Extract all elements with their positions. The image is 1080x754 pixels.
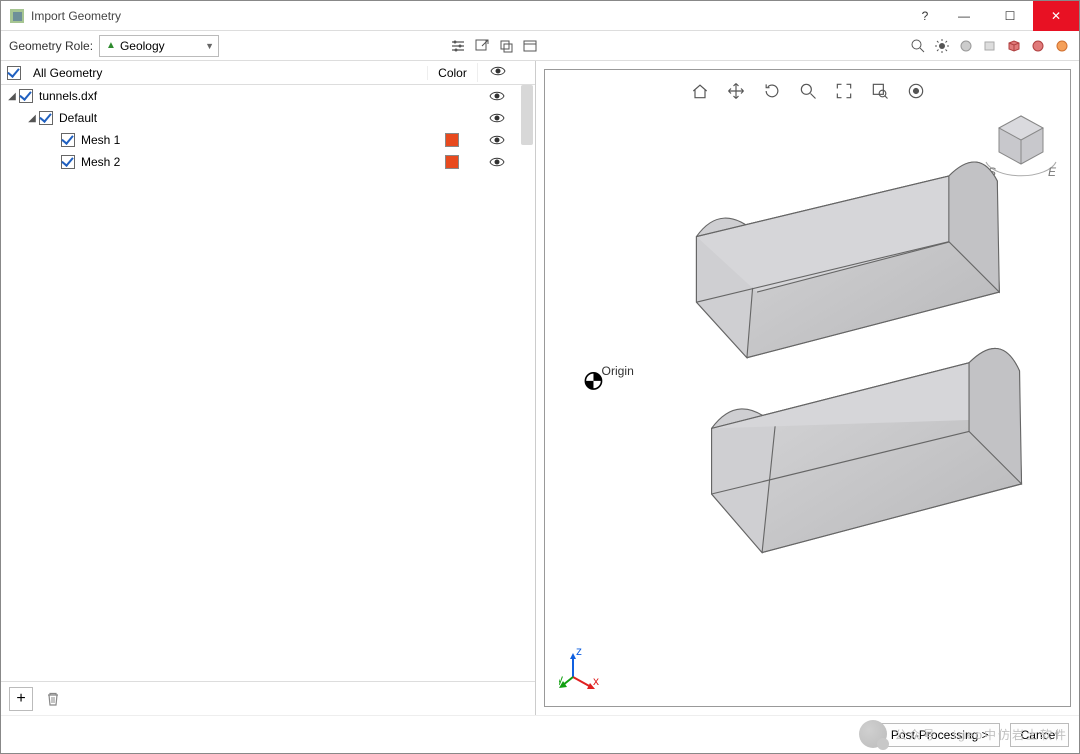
svg-text:y: y	[559, 672, 563, 686]
left-panel-tool-group	[449, 37, 539, 55]
sphere-orange-icon[interactable]	[1053, 37, 1071, 55]
minimize-button[interactable]: —	[941, 1, 987, 31]
tree-label: Mesh 2	[81, 155, 427, 169]
sphere-gray-icon[interactable]	[957, 37, 975, 55]
light-icon[interactable]	[933, 37, 951, 55]
scrollbar-thumb[interactable]	[521, 85, 533, 145]
expand-toggle[interactable]: ◢	[5, 91, 19, 102]
tree-scrollbar[interactable]	[521, 85, 533, 681]
window-icon[interactable]	[521, 37, 539, 55]
geology-icon: ▲	[106, 40, 116, 51]
box-gray-icon[interactable]	[981, 37, 999, 55]
viewport-panel: S E	[536, 61, 1079, 715]
titlebar: Import Geometry ? — ☐ ✕	[1, 1, 1079, 31]
expand-toggle[interactable]: ◢	[25, 113, 39, 124]
eye-icon	[489, 154, 505, 170]
post-processing-button[interactable]: Post-Processing >	[880, 723, 1000, 747]
geometry-role-dropdown[interactable]: ▲ Geology ▼	[99, 35, 219, 57]
window-title: Import Geometry	[31, 9, 909, 23]
tree-header-main[interactable]: All Geometry	[1, 66, 427, 80]
dialog-footer: 公众号 · igeo中仿岩土软件 Post-Processing > Cance…	[1, 715, 1079, 753]
tree-header: All Geometry Color	[1, 61, 535, 85]
tree-label: tunnels.dxf	[39, 89, 427, 103]
visibility-toggle[interactable]	[477, 88, 517, 104]
tree-header-label: All Geometry	[33, 66, 102, 80]
svg-text:z: z	[576, 647, 582, 658]
tree-header-color[interactable]: Color	[427, 66, 477, 80]
tree-row-file[interactable]: ◢ tunnels.dxf	[1, 85, 535, 107]
add-button[interactable]: +	[9, 687, 33, 711]
tree-row-group[interactable]: ◢ Default	[1, 107, 535, 129]
settings-sliders-icon[interactable]	[449, 37, 467, 55]
color-swatch[interactable]	[445, 155, 459, 169]
tree-row-mesh[interactable]: Mesh 2	[1, 151, 535, 173]
tree-label: Default	[59, 111, 427, 125]
tree-row-mesh[interactable]: Mesh 1	[1, 129, 535, 151]
toolbar: Geometry Role: ▲ Geology ▼	[1, 31, 1079, 61]
maximize-button[interactable]: ☐	[987, 1, 1033, 31]
geometry-role-label: Geometry Role:	[9, 39, 93, 53]
checkbox[interactable]	[39, 111, 53, 125]
eye-icon	[489, 88, 505, 104]
cube-red-icon[interactable]	[1005, 37, 1023, 55]
origin-label: Origin	[602, 364, 634, 378]
help-button[interactable]: ?	[909, 1, 941, 31]
axis-triad: z x y	[559, 647, 603, 694]
checkbox[interactable]	[61, 133, 75, 147]
zoom-search-icon[interactable]	[909, 37, 927, 55]
tree-body[interactable]: ◢ tunnels.dxf ◢ Default Mes	[1, 85, 535, 681]
close-button[interactable]: ✕	[1033, 1, 1079, 31]
visibility-toggle[interactable]	[477, 154, 517, 170]
eye-icon	[490, 63, 506, 79]
visibility-toggle[interactable]	[477, 110, 517, 126]
geometry-render: Origin	[545, 70, 1070, 706]
chevron-down-icon: ▼	[205, 41, 214, 51]
trash-icon	[45, 691, 61, 707]
tree-footer: +	[1, 681, 535, 715]
sphere-red-icon[interactable]	[1029, 37, 1047, 55]
3d-viewport[interactable]: S E	[544, 69, 1071, 707]
geometry-tree-panel: All Geometry Color ◢ tunnels.dxf	[1, 61, 536, 715]
copy-icon[interactable]	[497, 37, 515, 55]
cancel-button[interactable]: Cancel	[1010, 723, 1069, 747]
eye-icon	[489, 110, 505, 126]
viewport-tool-group	[909, 37, 1071, 55]
tree-label: Mesh 1	[81, 133, 427, 147]
main-split: All Geometry Color ◢ tunnels.dxf	[1, 61, 1079, 715]
svg-text:x: x	[593, 674, 599, 688]
tree-header-visibility[interactable]	[477, 63, 517, 82]
delete-button[interactable]	[41, 687, 65, 711]
checkbox[interactable]	[61, 155, 75, 169]
color-swatch[interactable]	[445, 133, 459, 147]
eye-icon	[489, 132, 505, 148]
visibility-toggle[interactable]	[477, 132, 517, 148]
select-all-checkbox[interactable]	[7, 66, 21, 80]
app-icon	[9, 8, 25, 24]
open-external-icon[interactable]	[473, 37, 491, 55]
checkbox[interactable]	[19, 89, 33, 103]
geometry-role-value: Geology	[120, 39, 165, 53]
